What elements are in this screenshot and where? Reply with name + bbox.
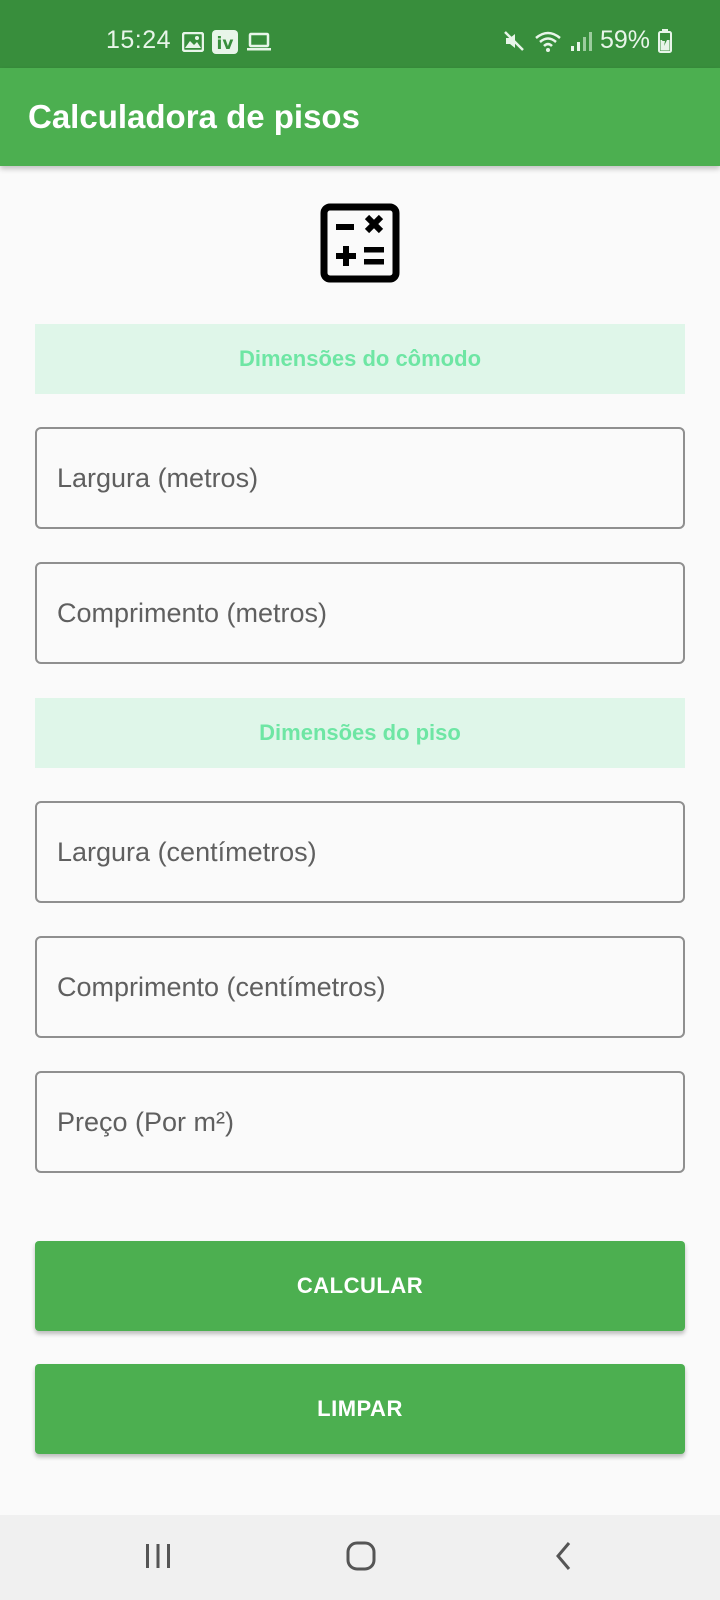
room-width-field[interactable]: [35, 427, 685, 529]
mute-icon: [502, 29, 526, 53]
room-dimensions-header: Dimensões do cômodo: [35, 324, 685, 394]
calculate-button[interactable]: CALCULAR: [35, 1241, 685, 1331]
back-button[interactable]: [534, 1535, 594, 1581]
calculator-icon: [320, 203, 400, 283]
battery-icon: [658, 28, 672, 53]
tile-length-input[interactable]: [37, 938, 683, 1036]
svg-text:iv: iv: [217, 34, 234, 54]
tile-width-input[interactable]: [37, 803, 683, 901]
recent-apps-icon: [144, 1543, 172, 1574]
battery-percentage: 59%: [599, 26, 650, 54]
app-bar: Calculadora de pisos: [0, 68, 720, 166]
gallery-icon: [182, 32, 204, 52]
status-time: 15:24: [106, 26, 172, 54]
tile-width-field[interactable]: [35, 801, 685, 903]
price-input[interactable]: [37, 1073, 683, 1171]
status-bar: 15:24 iv 59%: [0, 0, 720, 68]
price-field[interactable]: [35, 1071, 685, 1173]
status-system-icons: 59%: [502, 26, 672, 55]
wifi-icon: [534, 29, 562, 53]
iv-app-icon: iv: [212, 30, 238, 54]
signal-icon: [570, 30, 592, 52]
app-title: Calculadora de pisos: [28, 98, 360, 135]
room-width-input[interactable]: [37, 429, 683, 527]
laptop-icon: [246, 32, 272, 52]
room-length-input[interactable]: [37, 564, 683, 662]
navigation-bar: [0, 1515, 720, 1600]
tile-length-field[interactable]: [35, 936, 685, 1038]
status-notification-icons: iv: [182, 30, 272, 54]
tile-dimensions-header: Dimensões do piso: [35, 698, 685, 768]
room-length-field[interactable]: [35, 562, 685, 664]
clear-button[interactable]: LIMPAR: [35, 1364, 685, 1454]
back-icon: [554, 1541, 574, 1576]
home-icon: [346, 1541, 376, 1576]
home-button[interactable]: [331, 1535, 391, 1581]
recent-apps-button[interactable]: [128, 1535, 188, 1581]
